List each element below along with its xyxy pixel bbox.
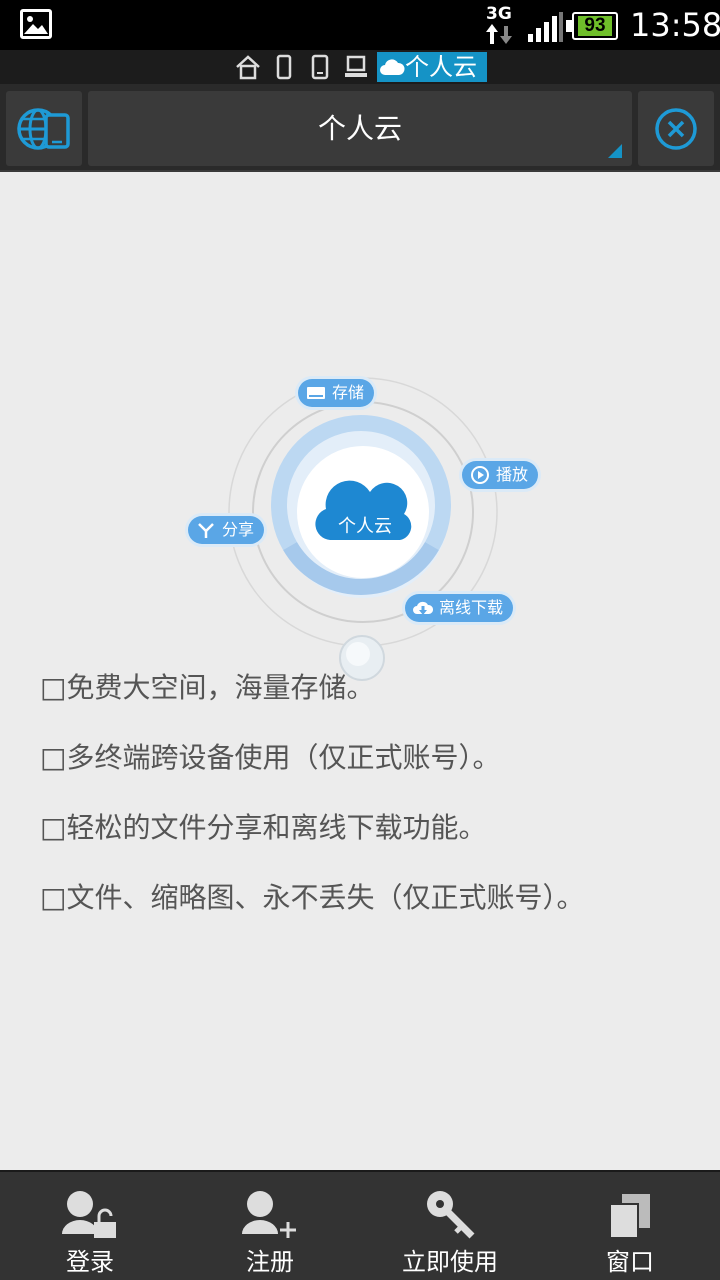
- tab-personal-cloud[interactable]: 个人云: [377, 52, 487, 82]
- toolbar-title: 个人云: [317, 112, 402, 145]
- offline-download-label: 离线下载: [439, 598, 504, 617]
- home-icon[interactable]: [234, 54, 262, 80]
- offline-download-pill: 离线下载: [405, 594, 514, 622]
- drive-icon: [307, 387, 325, 399]
- dropdown-corner-icon: [608, 144, 622, 158]
- bottom-action-bar: 登录 注册 立即使用 窗口: [0, 1170, 720, 1280]
- feature-item: □免费大空间，海量存储。: [40, 671, 375, 704]
- key-icon: [427, 1191, 475, 1239]
- network-3g-icon: 3G: [484, 4, 516, 46]
- battery-icon: 93: [572, 12, 618, 40]
- storage-label: 存储: [332, 383, 365, 402]
- user-add-icon: [242, 1191, 296, 1238]
- window-label: 窗口: [606, 1248, 654, 1276]
- signal-strength-icon: [528, 12, 563, 42]
- feature-item: □文件、缩略图、永不丢失（仅正式账号）。: [40, 881, 585, 914]
- close-button[interactable]: [638, 91, 714, 166]
- login-label: 登录: [66, 1248, 114, 1276]
- gallery-notification-icon: [20, 9, 52, 39]
- share-label: 分享: [222, 520, 255, 539]
- feature-item: □轻松的文件分享和离线下载功能。: [40, 811, 487, 844]
- network-type: 3G: [486, 4, 512, 24]
- tablet-icon[interactable]: [306, 54, 334, 80]
- play-pill: 播放: [462, 461, 539, 489]
- battery-level: 93: [584, 15, 606, 36]
- register-button[interactable]: 注册: [180, 1172, 360, 1280]
- windows-icon: [609, 1194, 650, 1239]
- cloud-center-label: 个人云: [338, 516, 392, 537]
- phone-icon[interactable]: [270, 54, 298, 80]
- storage-pill: 存储: [298, 379, 375, 407]
- login-button[interactable]: 登录: [0, 1172, 180, 1280]
- share-icon: [198, 523, 214, 538]
- cloud-download-icon: [413, 601, 433, 615]
- cloud-icon: [380, 59, 405, 75]
- clock: 13:58: [630, 6, 720, 44]
- use-now-button[interactable]: 立即使用: [360, 1172, 540, 1280]
- register-label: 注册: [246, 1248, 294, 1276]
- cloud-illustration: 个人云 存储 播放 分享 离线下载: [180, 368, 550, 698]
- play-label: 播放: [496, 465, 529, 484]
- status-bar: 3G 93 13:58: [0, 0, 720, 50]
- feature-list: □免费大空间，海量存储。 □多终端跨设备使用（仅正式账号）。 □轻松的文件分享和…: [40, 668, 700, 948]
- device-switch-button[interactable]: [6, 91, 82, 166]
- globe-device-icon: [17, 108, 70, 150]
- computer-icon[interactable]: [342, 54, 370, 80]
- user-lock-icon: [62, 1191, 116, 1238]
- close-circle-icon: [655, 108, 697, 150]
- tab-label: 个人云: [405, 53, 477, 81]
- share-pill: 分享: [188, 516, 265, 544]
- toolbar: 个人云: [0, 84, 720, 172]
- location-dropdown[interactable]: 个人云: [88, 91, 632, 166]
- use-now-label: 立即使用: [402, 1248, 498, 1276]
- nav-strip: 个人云: [0, 50, 720, 84]
- play-icon: [471, 466, 489, 484]
- window-button[interactable]: 窗口: [540, 1172, 720, 1280]
- feature-item: □多终端跨设备使用（仅正式账号）。: [40, 741, 501, 774]
